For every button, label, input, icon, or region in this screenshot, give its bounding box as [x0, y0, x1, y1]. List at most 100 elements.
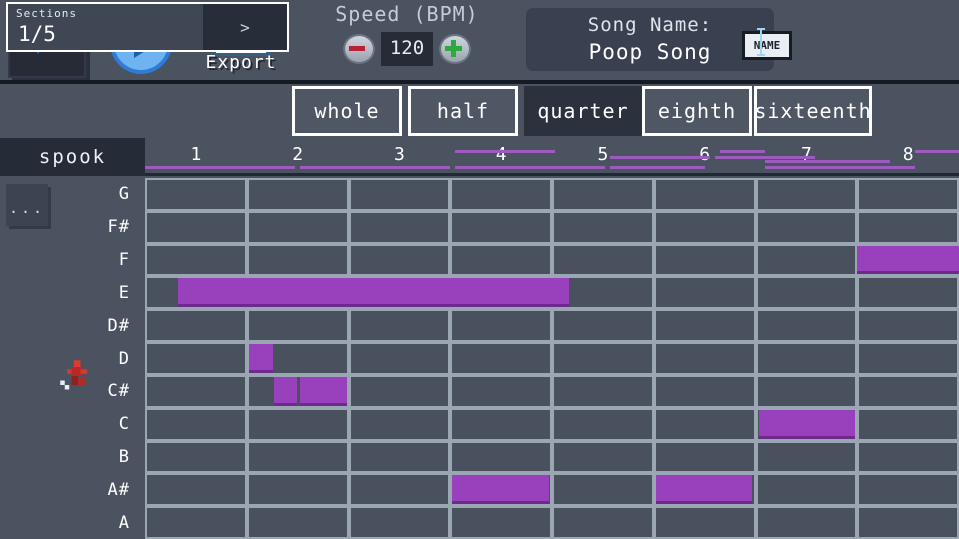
grid-cell[interactable]: [859, 180, 957, 209]
duration-button-quarter[interactable]: quarter: [524, 86, 642, 136]
grid-cell[interactable]: [249, 410, 347, 439]
grid-cell[interactable]: [351, 180, 449, 209]
grid-cell[interactable]: [147, 213, 245, 242]
grid-cell[interactable]: [859, 508, 957, 537]
grid-cell[interactable]: [147, 508, 245, 537]
grid-cell[interactable]: [249, 508, 347, 537]
grid-cell[interactable]: [656, 443, 754, 472]
grid-cell[interactable]: [351, 311, 449, 340]
grid-cell[interactable]: [147, 443, 245, 472]
grid-cell[interactable]: [656, 213, 754, 242]
grid-cell[interactable]: [147, 475, 245, 504]
grid-cell[interactable]: [554, 443, 652, 472]
duration-button-half[interactable]: half: [408, 86, 518, 136]
grid-cell[interactable]: [656, 311, 754, 340]
bpm-value[interactable]: 120: [381, 32, 433, 66]
grid-cell[interactable]: [554, 311, 652, 340]
grid-cell[interactable]: [452, 410, 550, 439]
grid-cell[interactable]: [758, 213, 856, 242]
grid-cell[interactable]: [859, 278, 957, 307]
grid-cell[interactable]: [758, 508, 856, 537]
grid-cell[interactable]: [554, 410, 652, 439]
grid-cell[interactable]: [351, 344, 449, 373]
instrument-tab-spook[interactable]: spook: [0, 138, 145, 176]
grid-cell[interactable]: [351, 246, 449, 275]
grid-cell[interactable]: [656, 410, 754, 439]
grid-cell[interactable]: [452, 443, 550, 472]
grid-cell[interactable]: [351, 443, 449, 472]
grid-cell[interactable]: [656, 344, 754, 373]
note-block[interactable]: [178, 278, 570, 307]
beat-number: 8: [898, 144, 918, 165]
grid-cell[interactable]: [758, 443, 856, 472]
grid-cell[interactable]: [859, 377, 957, 406]
grid-cell[interactable]: [554, 246, 652, 275]
grid-cell[interactable]: [351, 410, 449, 439]
grid-cell[interactable]: [452, 213, 550, 242]
grid-cell[interactable]: [656, 508, 754, 537]
grid-cell[interactable]: [452, 180, 550, 209]
piano-roll-grid[interactable]: [145, 178, 959, 539]
grid-cell[interactable]: [147, 410, 245, 439]
grid-cell[interactable]: [147, 311, 245, 340]
grid-cell[interactable]: [758, 180, 856, 209]
beat-ruler[interactable]: 12345678: [145, 138, 959, 176]
grid-cell[interactable]: [859, 475, 957, 504]
grid-cell[interactable]: [758, 377, 856, 406]
grid-cell[interactable]: [452, 246, 550, 275]
grid-cell[interactable]: [656, 180, 754, 209]
grid-cell[interactable]: [656, 278, 754, 307]
grid-cell[interactable]: [452, 377, 550, 406]
grid-cell[interactable]: [859, 410, 957, 439]
grid-cell[interactable]: [758, 344, 856, 373]
grid-cell[interactable]: [249, 180, 347, 209]
grid-cell[interactable]: [758, 246, 856, 275]
duration-button-sixteenth[interactable]: sixteenth: [754, 86, 872, 136]
grid-cell[interactable]: [351, 508, 449, 537]
note-block[interactable]: [249, 344, 273, 373]
grid-cell[interactable]: [351, 377, 449, 406]
grid-cell[interactable]: [758, 475, 856, 504]
grid-cell[interactable]: [249, 311, 347, 340]
duration-button-whole[interactable]: whole: [292, 86, 402, 136]
grid-cell[interactable]: [351, 213, 449, 242]
rename-song-button[interactable]: NAME: [742, 31, 792, 60]
grid-cell[interactable]: [554, 475, 652, 504]
grid-cell[interactable]: [147, 246, 245, 275]
note-block[interactable]: [656, 475, 753, 504]
grid-cell[interactable]: [554, 213, 652, 242]
grid-cell[interactable]: [859, 311, 957, 340]
sections-panel[interactable]: Sections 1/5 >: [6, 2, 289, 52]
grid-cell[interactable]: [351, 475, 449, 504]
grid-cell[interactable]: [656, 377, 754, 406]
note-block[interactable]: [857, 246, 959, 275]
grid-cell[interactable]: [452, 311, 550, 340]
note-block[interactable]: [452, 475, 549, 504]
grid-cell[interactable]: [554, 508, 652, 537]
note-block[interactable]: [274, 377, 296, 406]
bpm-increase-button[interactable]: [439, 34, 471, 64]
grid-cell[interactable]: [249, 213, 347, 242]
grid-cell[interactable]: [554, 180, 652, 209]
grid-cell[interactable]: [249, 246, 347, 275]
grid-cell[interactable]: [249, 443, 347, 472]
grid-cell[interactable]: [147, 180, 245, 209]
grid-cell[interactable]: [147, 377, 245, 406]
grid-cell[interactable]: [859, 443, 957, 472]
grid-cell[interactable]: [758, 311, 856, 340]
grid-cell[interactable]: [452, 508, 550, 537]
grid-cell[interactable]: [758, 278, 856, 307]
note-block[interactable]: [300, 377, 348, 406]
grid-cell[interactable]: [859, 213, 957, 242]
duration-button-eighth[interactable]: eighth: [642, 86, 752, 136]
grid-cell[interactable]: [147, 344, 245, 373]
grid-cell[interactable]: [452, 344, 550, 373]
grid-cell[interactable]: [249, 475, 347, 504]
bpm-decrease-button[interactable]: [343, 34, 375, 64]
note-block[interactable]: [759, 410, 856, 439]
grid-cell[interactable]: [656, 246, 754, 275]
next-section-button[interactable]: >: [203, 4, 287, 50]
grid-cell[interactable]: [554, 344, 652, 373]
grid-cell[interactable]: [859, 344, 957, 373]
grid-cell[interactable]: [554, 377, 652, 406]
